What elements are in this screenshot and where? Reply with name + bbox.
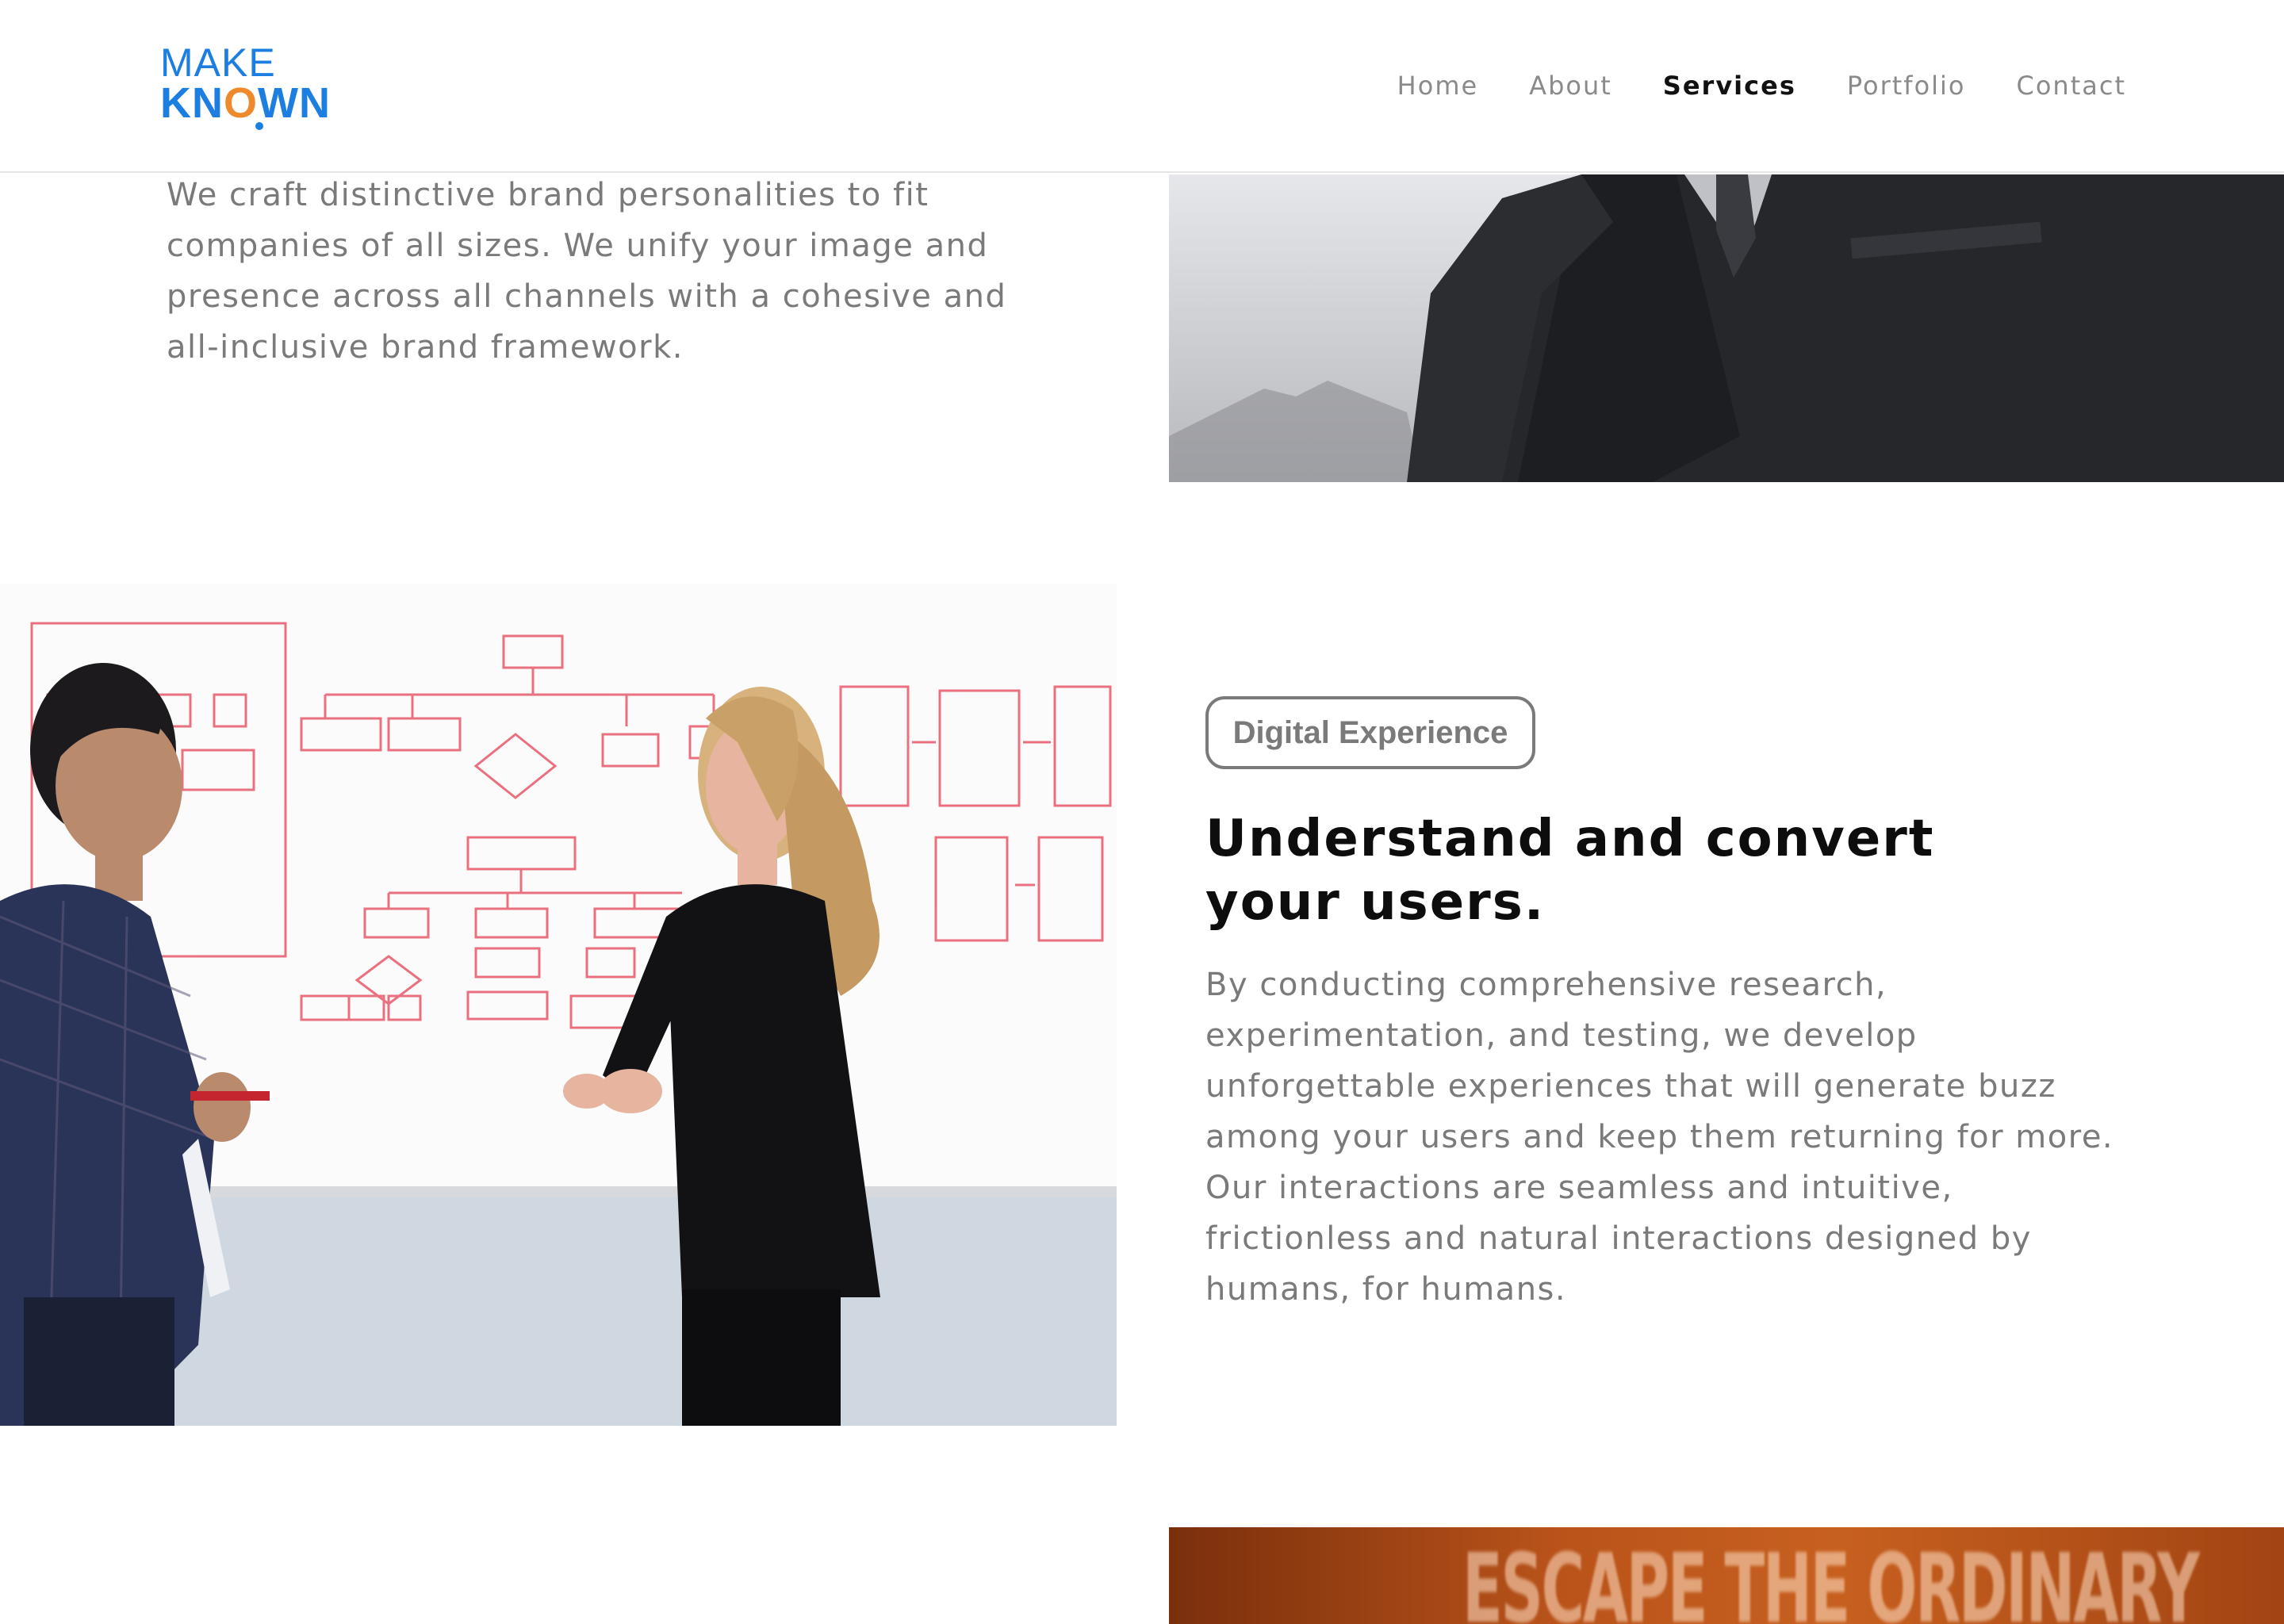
heading-line-2: your users. [1205,873,1546,932]
suit-photo [1169,174,2284,482]
nav-contact[interactable]: Contact [2017,70,2127,102]
digital-section-text: By conducting comprehensive research, ex… [1205,967,2114,1308]
logo-text-known: KNOWN [160,79,331,127]
nav-about[interactable]: About [1529,70,1612,102]
whiteboard-photo-illustration [0,584,1117,1426]
nav-portfolio[interactable]: Portfolio [1847,70,1966,102]
digital-experience-badge: Digital Experience [1205,696,1535,769]
whiteboard-photo [0,584,1117,1426]
logo-text-make: MAKE [160,40,276,85]
escape-banner-photo: ESCAPE THE ORDINARY [1169,1527,2284,1624]
nav-services[interactable]: Services [1663,70,1796,102]
heading-line-1: Understand and convert [1205,810,1935,868]
nav-home[interactable]: Home [1397,70,1479,102]
brand-section-text: We craft distinctive brand personalities… [167,177,1007,366]
digital-section-heading: Understand and convert your users. [1205,807,1998,934]
logo-dot [255,122,263,130]
suit-photo-illustration [1169,174,2284,482]
site-header: MAKE KNOWN Home About Services Portfolio… [0,0,2284,173]
main-nav: Home About Services Portfolio Contact [1347,70,2126,102]
banner-text: ESCAPE THE ORDINARY [1462,1534,2200,1624]
logo[interactable]: MAKE KNOWN [160,43,351,130]
